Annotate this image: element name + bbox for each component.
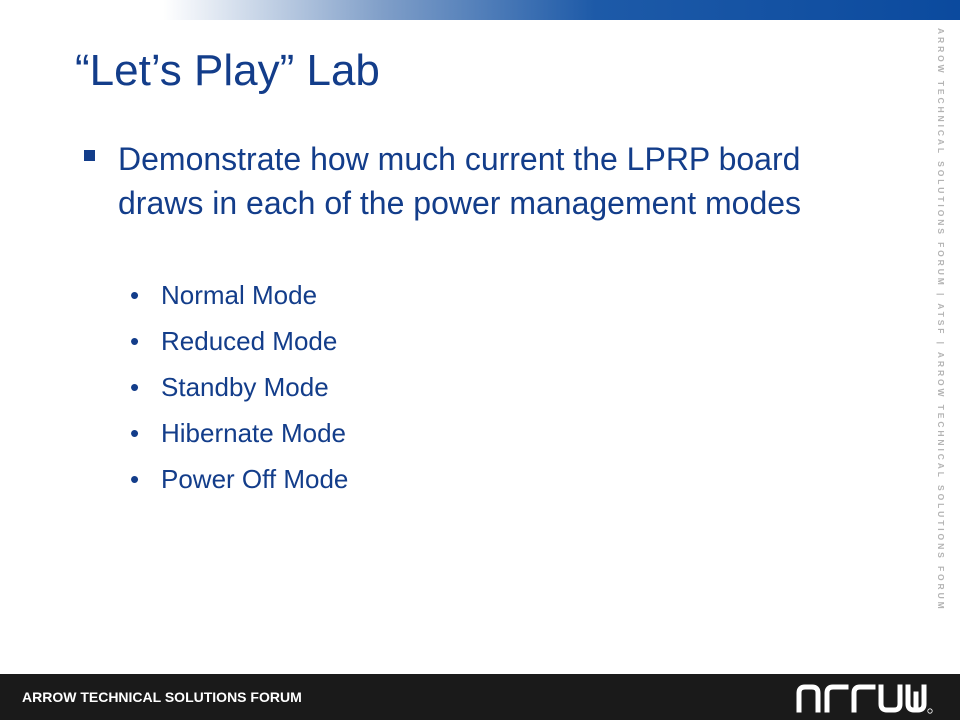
footer-forum-name: ARROW TECHNICAL SOLUTIONS FORUM [22, 689, 302, 705]
sub-bullet-label: Hibernate Mode [161, 418, 346, 448]
side-banner-text: ARROW TECHNICAL SOLUTIONS FORUM | ATSF |… [936, 28, 946, 612]
sub-bullet-label: Normal Mode [161, 280, 318, 310]
top-gradient-bar [0, 0, 960, 20]
bullet-dot-icon: • [130, 280, 140, 310]
sub-bullet-label: Reduced Mode [161, 326, 338, 356]
bullet-dot-icon: • [130, 418, 140, 448]
bullet-dot-icon: • [130, 372, 140, 402]
arrow-logo-icon [796, 684, 933, 714]
sub-bullet-label: Power Off Mode [161, 464, 349, 494]
bullet-dot-icon: • [130, 464, 140, 494]
footer-bar: ARROW TECHNICAL SOLUTIONS FORUM [0, 674, 960, 720]
slide-title: “Let’s Play” Lab [75, 46, 380, 95]
square-bullet-icon [84, 150, 95, 161]
bullet-dot-icon: • [130, 326, 140, 356]
main-bullet-text: Demonstrate how much current the LPRP bo… [118, 141, 802, 221]
sub-bullet-label: Standby Mode [161, 372, 329, 402]
side-banner: ARROW TECHNICAL SOLUTIONS FORUM | ATSF |… [928, 20, 946, 670]
